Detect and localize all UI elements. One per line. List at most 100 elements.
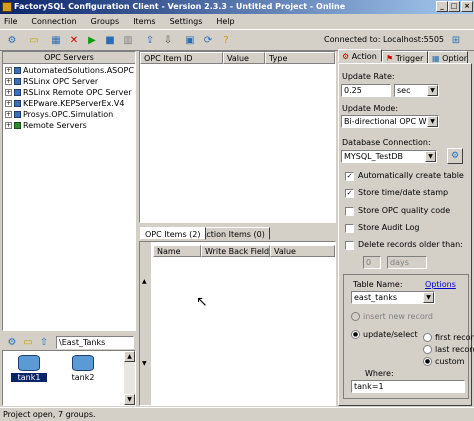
expand-icon[interactable]: + <box>5 89 12 96</box>
left-splitter[interactable]: ▲ ▼ <box>140 242 151 405</box>
edit-icon[interactable]: ▦ <box>48 33 64 48</box>
new-group-icon[interactable]: ⚙ <box>4 33 20 48</box>
custom-label: custom <box>435 357 465 366</box>
expand-icon[interactable]: + <box>5 78 12 85</box>
where-label: Where: <box>365 369 394 378</box>
menu-file[interactable]: File <box>4 17 17 26</box>
settings-icon[interactable]: ▣ <box>182 33 198 48</box>
chevron-down-icon[interactable]: ▼ <box>427 85 438 96</box>
insert-new-label: insert new record <box>363 312 433 321</box>
expand-icon[interactable]: + <box>5 111 12 118</box>
delete-age-input[interactable]: 0 <box>363 256 381 269</box>
tree-item[interactable]: + AutomatedSolutions.ASOPC <box>5 65 134 76</box>
pause-icon[interactable]: ▥ <box>120 33 136 48</box>
help-icon[interactable]: ? <box>218 33 234 48</box>
menu-settings[interactable]: Settings <box>170 17 203 26</box>
db-settings-icon[interactable]: ⚙ <box>447 148 463 164</box>
table-name-label: Table Name: <box>353 280 403 289</box>
menu-help[interactable]: Help <box>216 17 234 26</box>
arrow-up-icon[interactable]: ▲ <box>142 278 147 285</box>
store-quality-checkbox[interactable] <box>345 207 354 216</box>
chevron-down-icon[interactable]: ▼ <box>423 292 434 303</box>
trigger-icon: ⚑ <box>386 54 394 63</box>
last-record-label: last record <box>435 345 474 354</box>
delete-icon[interactable]: ✕ <box>66 33 82 48</box>
up-level-icon[interactable]: ⇧ <box>36 335 52 350</box>
update-rate-input[interactable]: 0.25 <box>341 84 391 97</box>
mouse-cursor-icon: ↖ <box>196 294 208 310</box>
status-text: Project open, 7 groups. <box>3 410 96 419</box>
minimize-button[interactable]: _ <box>436 1 448 12</box>
custom-radio[interactable]: ● <box>423 357 432 366</box>
where-input[interactable]: tank=1 <box>351 380 465 393</box>
close-button[interactable]: × <box>461 1 473 12</box>
column-header[interactable]: OPC Item ID <box>140 52 223 64</box>
tree-item[interactable]: + RSLinx OPC Server <box>5 76 133 87</box>
menu-connection[interactable]: Connection <box>31 17 76 26</box>
column-header[interactable]: Write Back Field <box>201 245 270 257</box>
tree-item[interactable]: + Prosys.OPC.Simulation <box>5 109 133 120</box>
opc-items-table: OPC Item ID Value Type <box>139 51 336 223</box>
column-header[interactable]: Name <box>153 245 201 257</box>
tab-opc-items[interactable]: OPC Items (2) <box>140 227 206 240</box>
menu-bar: File Connection Groups Items Settings He… <box>0 14 474 28</box>
store-audit-label: Store Audit Log <box>358 223 420 232</box>
update-mode-select[interactable]: Bi-directional OPC Wins ▼ <box>341 115 439 128</box>
expand-icon[interactable]: + <box>5 122 12 129</box>
chevron-down-icon[interactable]: ▼ <box>427 116 438 127</box>
chevron-down-icon[interactable]: ▼ <box>425 151 436 162</box>
upload-icon[interactable]: ⇪ <box>142 33 158 48</box>
tank-icon <box>72 355 94 371</box>
start-icon[interactable]: ▶ <box>84 33 100 48</box>
column-header[interactable]: Type <box>265 52 335 64</box>
options-icon: ▦ <box>432 54 440 63</box>
column-header[interactable]: Value <box>270 245 335 257</box>
group-path-field[interactable]: \East_Tanks <box>56 336 134 349</box>
delete-older-checkbox[interactable] <box>345 241 354 250</box>
options-link[interactable]: Options <box>425 280 456 289</box>
expand-icon[interactable]: + <box>5 100 12 107</box>
insert-new-radio[interactable] <box>351 312 360 321</box>
scroll-up-icon[interactable]: ▲ <box>124 351 135 362</box>
tree-item[interactable]: + KEPware.KEPServerEx.V4 <box>5 98 133 109</box>
column-header[interactable]: Value <box>223 52 265 64</box>
groups-scrollbar[interactable]: ▲ ▼ <box>124 351 135 405</box>
server-icon <box>14 67 21 74</box>
tab-action[interactable]: ⚙ Action <box>338 49 382 62</box>
server-icon <box>14 89 21 96</box>
download-icon[interactable]: ⇩ <box>160 33 176 48</box>
groups-list: tank1 tank2 ▲ ▼ <box>2 350 136 406</box>
add-group-icon[interactable]: ⚙ <box>4 335 20 350</box>
group-item-tank1[interactable]: tank1 <box>11 355 47 382</box>
delete-unit-select[interactable]: days <box>387 256 427 269</box>
group-item-tank2[interactable]: tank2 <box>65 355 101 382</box>
maximize-button[interactable]: □ <box>448 1 460 12</box>
last-record-radio[interactable] <box>423 345 432 354</box>
tree-item[interactable]: + Remote Servers <box>5 120 133 131</box>
store-time-checkbox[interactable]: ✓ <box>345 189 354 198</box>
tank-icon <box>18 355 40 371</box>
arrow-down-icon[interactable]: ▼ <box>142 360 147 367</box>
menu-groups[interactable]: Groups <box>91 17 120 26</box>
menu-items[interactable]: Items <box>133 17 155 26</box>
update-rate-unit-select[interactable]: sec ▼ <box>394 84 439 97</box>
db-connection-select[interactable]: MYSQL_TestDB ▼ <box>341 150 437 163</box>
auto-create-checkbox[interactable]: ✓ <box>345 172 354 181</box>
tree-item[interactable]: + RSLinx Remote OPC Server <box>5 87 133 98</box>
db-connection-label: Database Connection: <box>342 138 431 147</box>
refresh-icon[interactable]: ⟳ <box>200 33 216 48</box>
scroll-down-icon[interactable]: ▼ <box>124 394 135 405</box>
window-title: FactorySQL Configuration Client - Versio… <box>14 2 346 11</box>
update-rate-label: Update Rate: <box>342 72 395 81</box>
update-select-radio[interactable]: ● <box>351 330 360 339</box>
folder-icon[interactable]: ▭ <box>20 335 36 350</box>
first-record-label: first record <box>435 333 474 342</box>
store-audit-checkbox[interactable] <box>345 224 354 233</box>
table-name-select[interactable]: east_tanks ▼ <box>351 291 435 304</box>
expand-icon[interactable]: + <box>5 67 12 74</box>
open-folder-icon[interactable]: ▭ <box>26 33 42 48</box>
first-record-radio[interactable] <box>423 333 432 342</box>
stop-icon[interactable]: ■ <box>102 33 118 48</box>
tab-action-items[interactable]: Action Items (0) <box>196 227 270 240</box>
opc-server-tree: + AutomatedSolutions.ASOPC + RSLinx OPC Se… <box>3 64 135 132</box>
